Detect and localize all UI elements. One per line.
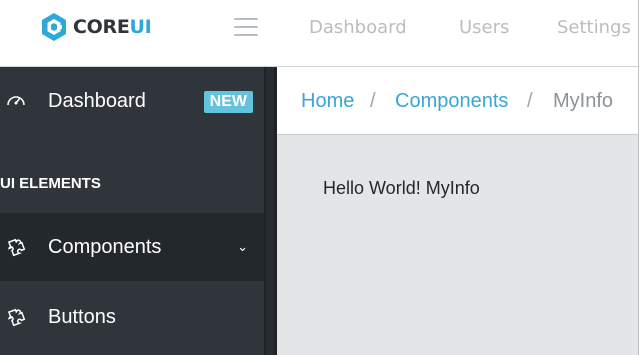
page-content-text: Hello World! MyInfo (323, 178, 480, 198)
sidebar-item-label: Buttons (48, 305, 116, 328)
breadcrumb-components[interactable]: Components (395, 89, 508, 113)
header-nav-settings[interactable]: Settings (557, 14, 631, 42)
new-badge: NEW (203, 91, 253, 113)
chevron-down-icon[interactable]: ⌄ (237, 240, 248, 255)
header-nav-dashboard[interactable]: Dashboard (309, 14, 407, 42)
sidebar: Dashboard NEW UI ELEMENTS Components ⌄ B… (0, 67, 264, 355)
coreui-logo-icon (42, 13, 66, 41)
breadcrumb-current: MyInfo (553, 90, 614, 112)
sidebar-scrollbar-track[interactable] (266, 67, 274, 355)
speedometer-icon (4, 89, 28, 113)
sidebar-toggler-button[interactable] (234, 14, 260, 40)
hamburger-icon (234, 18, 258, 20)
breadcrumb: Home / Components / MyInfo (277, 67, 638, 135)
sidebar-section-title: UI ELEMENTS (0, 174, 101, 192)
puzzle-icon (4, 305, 28, 329)
breadcrumb-home[interactable]: Home (301, 89, 354, 113)
sidebar-item-buttons[interactable]: Buttons (0, 283, 264, 351)
brand-logo[interactable]: COREUI (40, 12, 152, 42)
breadcrumb-separator: / (527, 90, 533, 112)
brand-name: COREUI (73, 16, 152, 38)
sidebar-item-label: Components (48, 235, 162, 258)
main-content: Hello World! MyInfo (277, 135, 638, 355)
app-header: COREUI Dashboard Users Settings (0, 0, 638, 67)
sidebar-item-components[interactable]: Components ⌄ (0, 213, 264, 281)
sidebar-item-label: Dashboard (48, 89, 146, 112)
header-nav-users[interactable]: Users (459, 14, 509, 42)
window-edge (638, 0, 644, 355)
sidebar-scrollbar[interactable] (264, 67, 277, 355)
sidebar-item-dashboard[interactable]: Dashboard NEW (0, 67, 264, 135)
puzzle-icon (4, 235, 28, 259)
breadcrumb-separator: / (370, 90, 376, 112)
